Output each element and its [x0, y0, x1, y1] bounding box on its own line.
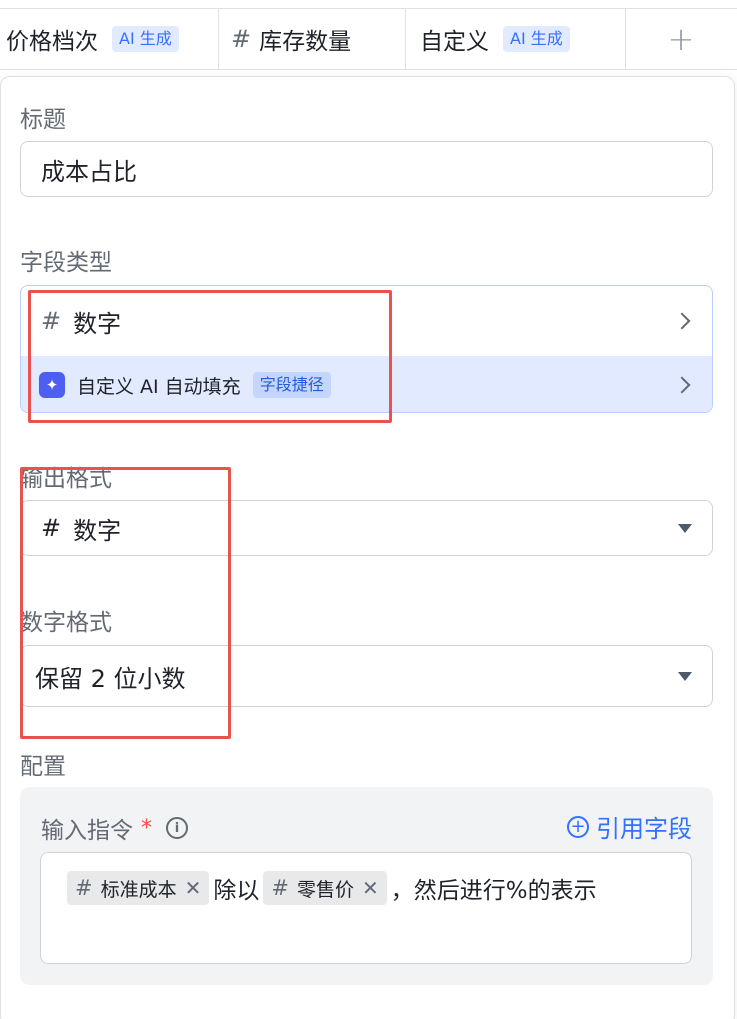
instruction-content: # 标准成本 ✕ 除以 # 零售价 ✕ ，然后进行%的表示	[67, 871, 691, 905]
required-mark: *	[141, 815, 152, 841]
column-label: 库存数量	[259, 29, 352, 55]
output-format-label: 输出格式	[20, 466, 112, 492]
chip-label: 零售价	[297, 878, 355, 901]
column-divider	[405, 9, 406, 69]
caret-down-icon	[678, 672, 692, 681]
field-type-value: 数字	[73, 309, 122, 338]
output-format-select[interactable]: # 数字	[20, 500, 713, 556]
chip-label: 标准成本	[100, 878, 177, 901]
field-type-label: 字段类型	[20, 250, 112, 276]
remove-chip-icon[interactable]: ✕	[185, 876, 202, 900]
column-header-price-tier[interactable]: 价格档次 AI 生成	[6, 9, 179, 69]
plus-circle-icon: +	[567, 815, 589, 838]
hash-icon: #	[271, 876, 289, 900]
config-label: 配置	[20, 754, 66, 780]
title-input-value: 成本占比	[41, 157, 137, 186]
instruction-text: 除以	[213, 878, 260, 904]
reference-field-label: 引用字段	[596, 815, 692, 843]
column-header-row: 价格档次 AI 生成 # 库存数量 自定义 AI 生成 +	[0, 8, 737, 70]
remove-chip-icon[interactable]: ✕	[362, 876, 379, 900]
hash-icon: #	[75, 876, 93, 900]
instruction-text: ，然后进行%的表示	[390, 878, 597, 904]
hash-icon: #	[41, 307, 62, 335]
chevron-right-icon	[673, 312, 691, 330]
hash-icon: #	[41, 514, 62, 542]
chevron-right-icon	[673, 376, 691, 394]
field-chip-retail-price[interactable]: # 零售价 ✕	[263, 871, 387, 905]
field-shortcut-badge: 字段捷径	[252, 372, 331, 398]
title-label: 标题	[20, 107, 66, 133]
number-format-value: 保留 2 位小数	[35, 664, 186, 693]
caret-down-icon	[678, 524, 692, 533]
ai-generated-badge: AI 生成	[112, 26, 179, 52]
instruction-input[interactable]: # 标准成本 ✕ 除以 # 零售价 ✕ ，然后进行%的表示	[40, 852, 692, 964]
custom-ai-autofill-label: 自定义 AI 自动填充	[77, 375, 241, 398]
hash-icon: #	[231, 25, 252, 53]
column-header-custom[interactable]: 自定义 AI 生成	[420, 9, 570, 69]
field-chip-standard-cost[interactable]: # 标准成本 ✕	[67, 871, 210, 905]
column-divider	[218, 9, 219, 69]
column-header-stock[interactable]: # 库存数量	[231, 9, 351, 69]
info-icon[interactable]: i	[166, 817, 188, 839]
add-column-plus-icon[interactable]: +	[625, 9, 737, 69]
title-input[interactable]: 成本占比	[20, 141, 713, 197]
field-type-number-option[interactable]: # 数字	[21, 286, 712, 356]
reference-field-button[interactable]: + 引用字段	[567, 809, 692, 844]
config-section: 输入指令 * i + 引用字段 # 标准成本 ✕ 除以 # 零售价 ✕ ，然后进…	[20, 787, 713, 985]
number-format-select[interactable]: 保留 2 位小数	[20, 645, 713, 707]
output-format-value: 数字	[73, 516, 122, 545]
column-label: 价格档次	[6, 29, 98, 55]
field-type-selector: # 数字 ✦ 自定义 AI 自动填充 字段捷径	[20, 285, 713, 413]
custom-ai-autofill-option[interactable]: ✦ 自定义 AI 自动填充 字段捷径	[21, 356, 712, 412]
ai-generated-badge: AI 生成	[503, 26, 570, 52]
ai-sparkle-icon: ✦	[39, 372, 65, 398]
instruction-label: 输入指令 * i	[41, 811, 188, 845]
instruction-label-text: 输入指令	[41, 818, 133, 844]
column-label: 自定义	[420, 29, 489, 55]
number-format-label: 数字格式	[20, 610, 112, 636]
